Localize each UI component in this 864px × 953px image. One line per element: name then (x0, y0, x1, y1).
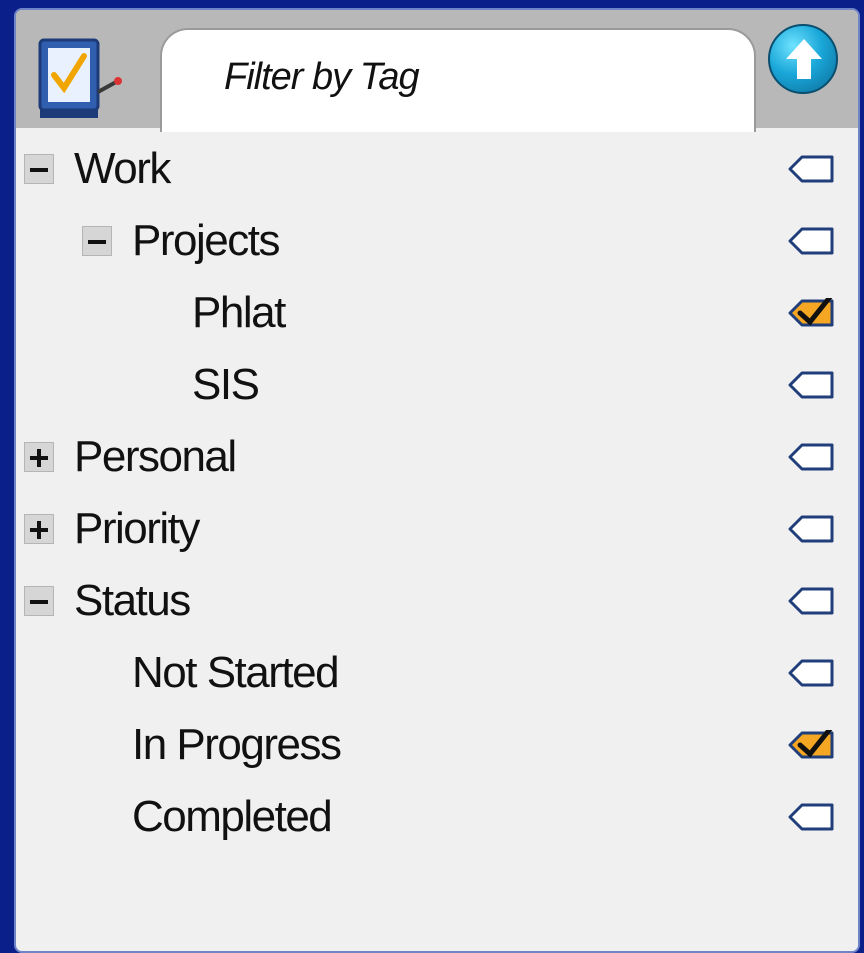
tree-item-label: Not Started (132, 648, 340, 697)
tree-item[interactable]: Status (16, 564, 858, 636)
expand-toggle[interactable] (24, 442, 54, 472)
filter-panel: Filter by Tag Work Projects Phlat SIS Person… (14, 8, 860, 953)
tree-item-label: Priority (74, 504, 200, 553)
tag-icon[interactable] (788, 370, 836, 400)
tree-item[interactable]: In Progress (16, 708, 858, 780)
tag-icon[interactable] (788, 154, 836, 184)
tree-item-label: Completed (132, 792, 333, 841)
collapse-toggle[interactable] (82, 226, 112, 256)
up-arrow-icon (786, 39, 822, 79)
tag-icon[interactable] (788, 586, 836, 616)
tree-item[interactable]: Work (16, 132, 858, 204)
tree-item-label: Status (74, 576, 191, 625)
tasks-checklist-icon[interactable] (34, 30, 154, 130)
tag-checked-icon[interactable] (788, 294, 836, 328)
tag-checked-icon[interactable] (788, 726, 836, 760)
tab-label: Filter by Tag (224, 56, 420, 98)
tree-item[interactable]: Priority (16, 492, 858, 564)
expand-toggle[interactable] (24, 514, 54, 544)
tree-item-label: In Progress (132, 720, 342, 769)
collapse-toggle[interactable] (24, 154, 54, 184)
tree-item[interactable]: SIS (16, 348, 858, 420)
tree-item[interactable]: Completed (16, 780, 858, 852)
tag-icon[interactable] (788, 802, 836, 832)
tag-icon[interactable] (788, 226, 836, 256)
tree-item[interactable]: Phlat (16, 276, 858, 348)
tree-item-label: SIS (192, 360, 260, 409)
tree-item[interactable]: Projects (16, 204, 858, 276)
tag-icon[interactable] (788, 514, 836, 544)
collapse-toggle[interactable] (24, 586, 54, 616)
tree-item-label: Projects (132, 216, 280, 265)
filter-by-tag-tab[interactable]: Filter by Tag (160, 28, 756, 132)
tree-item-label: Work (74, 144, 171, 193)
tree-item[interactable]: Not Started (16, 636, 858, 708)
up-button[interactable] (768, 24, 838, 94)
tree-item-label: Phlat (192, 288, 286, 337)
tag-icon[interactable] (788, 442, 836, 472)
tag-icon[interactable] (788, 658, 836, 688)
tree-item-label: Personal (74, 432, 237, 481)
panel-header: Filter by Tag (16, 10, 858, 132)
tree-item[interactable]: Personal (16, 420, 858, 492)
